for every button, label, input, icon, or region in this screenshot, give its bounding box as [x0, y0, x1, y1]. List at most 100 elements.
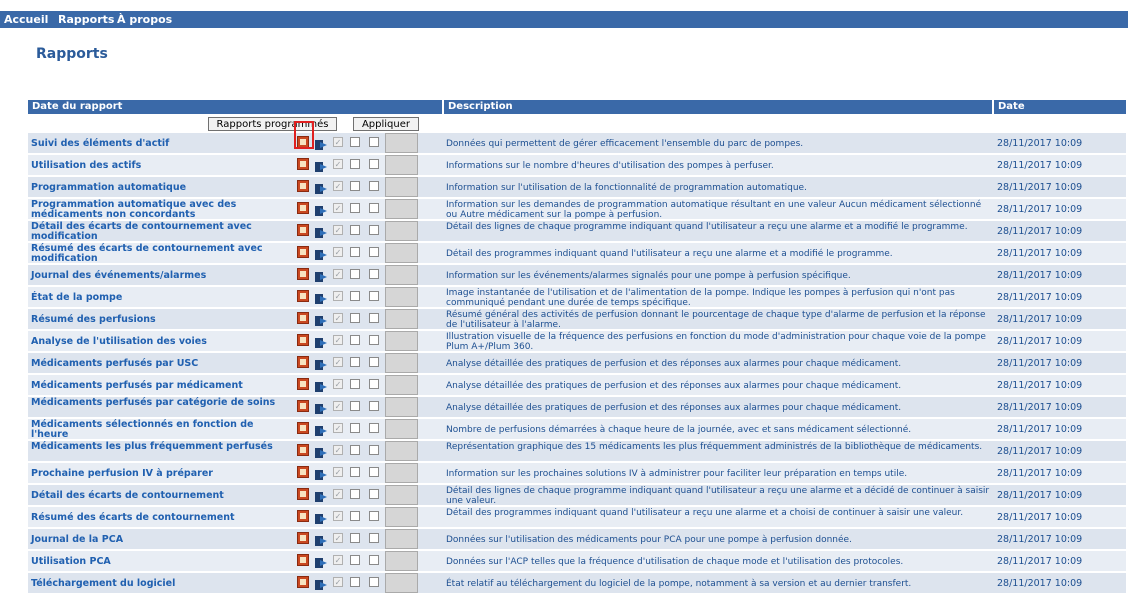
- pdf-report-icon[interactable]: [297, 202, 309, 214]
- checkbox[interactable]: [369, 489, 379, 499]
- checkbox[interactable]: [350, 159, 360, 169]
- export-arrow-icon[interactable]: [315, 576, 327, 590]
- pdf-report-icon[interactable]: [297, 466, 309, 478]
- nav-rapports[interactable]: Rapports: [58, 13, 114, 26]
- checkbox-checked-disabled[interactable]: ✓: [333, 291, 343, 301]
- checkbox[interactable]: [369, 555, 379, 565]
- export-arrow-icon[interactable]: [315, 136, 327, 150]
- report-name-link[interactable]: Détail des écarts de contournement avec …: [31, 222, 293, 242]
- checkbox[interactable]: [350, 313, 360, 323]
- report-name-link[interactable]: Résumé des écarts de contournement avec …: [31, 244, 293, 264]
- export-arrow-icon[interactable]: [315, 268, 327, 282]
- apply-button[interactable]: Appliquer: [353, 117, 419, 131]
- report-name-link[interactable]: Détail des écarts de contournement: [31, 491, 293, 501]
- export-arrow-icon[interactable]: [315, 246, 327, 260]
- schedule-input[interactable]: [385, 309, 418, 329]
- export-arrow-icon[interactable]: [315, 554, 327, 568]
- pdf-report-icon[interactable]: [297, 378, 309, 390]
- schedule-input[interactable]: [385, 375, 418, 395]
- checkbox[interactable]: [369, 401, 379, 411]
- export-arrow-icon[interactable]: [315, 334, 327, 348]
- checkbox[interactable]: [369, 181, 379, 191]
- pdf-report-icon[interactable]: [297, 158, 309, 170]
- checkbox[interactable]: [350, 423, 360, 433]
- report-name-link[interactable]: Journal des événements/alarmes: [31, 271, 293, 281]
- pdf-report-icon[interactable]: [297, 444, 309, 456]
- checkbox[interactable]: [350, 467, 360, 477]
- checkbox[interactable]: [350, 379, 360, 389]
- report-name-link[interactable]: Résumé des écarts de contournement: [31, 513, 293, 523]
- checkbox[interactable]: [369, 335, 379, 345]
- checkbox-checked-disabled[interactable]: ✓: [333, 467, 343, 477]
- checkbox[interactable]: [350, 489, 360, 499]
- pdf-report-icon[interactable]: [297, 312, 309, 324]
- checkbox[interactable]: [350, 225, 360, 235]
- pdf-report-icon[interactable]: [297, 334, 309, 346]
- checkbox-checked-disabled[interactable]: ✓: [333, 181, 343, 191]
- checkbox[interactable]: [350, 577, 360, 587]
- report-name-link[interactable]: Utilisation des actifs: [31, 161, 293, 171]
- checkbox[interactable]: [369, 247, 379, 257]
- pdf-report-icon[interactable]: [297, 180, 309, 192]
- checkbox[interactable]: [350, 555, 360, 565]
- pdf-report-icon[interactable]: [297, 554, 309, 566]
- report-name-link[interactable]: Analyse de l'utilisation des voies: [31, 337, 293, 347]
- export-arrow-icon[interactable]: [315, 422, 327, 436]
- checkbox[interactable]: [369, 313, 379, 323]
- export-arrow-icon[interactable]: [315, 158, 327, 172]
- nav-a-propos[interactable]: À propos: [117, 13, 172, 26]
- checkbox-checked-disabled[interactable]: ✓: [333, 379, 343, 389]
- schedule-input[interactable]: [385, 177, 418, 197]
- report-name-link[interactable]: Téléchargement du logiciel: [31, 579, 293, 589]
- schedule-input[interactable]: [385, 573, 418, 593]
- export-arrow-icon[interactable]: [315, 356, 327, 370]
- pdf-report-icon[interactable]: [297, 224, 309, 236]
- pdf-report-icon[interactable]: [297, 510, 309, 522]
- schedule-input[interactable]: [385, 353, 418, 373]
- schedule-input[interactable]: [385, 441, 418, 461]
- pdf-report-icon[interactable]: [297, 400, 309, 412]
- export-arrow-icon[interactable]: [315, 532, 327, 546]
- report-name-link[interactable]: Médicaments perfusés par catégorie de so…: [31, 398, 293, 408]
- checkbox[interactable]: [369, 423, 379, 433]
- checkbox[interactable]: [369, 137, 379, 147]
- checkbox[interactable]: [369, 467, 379, 477]
- checkbox[interactable]: [350, 291, 360, 301]
- report-name-link[interactable]: Médicaments perfusés par USC: [31, 359, 293, 369]
- schedule-input[interactable]: [385, 287, 418, 307]
- report-name-link[interactable]: Médicaments sélectionnés en fonction de …: [31, 420, 293, 440]
- schedule-input[interactable]: [385, 265, 418, 285]
- checkbox[interactable]: [350, 357, 360, 367]
- checkbox[interactable]: [350, 511, 360, 521]
- checkbox[interactable]: [350, 181, 360, 191]
- pdf-report-icon[interactable]: [297, 532, 309, 544]
- checkbox[interactable]: [369, 291, 379, 301]
- checkbox[interactable]: [350, 401, 360, 411]
- checkbox-checked-disabled[interactable]: ✓: [333, 577, 343, 587]
- schedule-input[interactable]: [385, 155, 418, 175]
- checkbox[interactable]: [369, 379, 379, 389]
- report-name-link[interactable]: Médicaments les plus fréquemment perfusé…: [31, 442, 293, 452]
- report-name-link[interactable]: Résumé des perfusions: [31, 315, 293, 325]
- report-name-link[interactable]: Médicaments perfusés par médicament: [31, 381, 293, 391]
- schedule-input[interactable]: [385, 485, 418, 505]
- nav-accueil[interactable]: Accueil: [4, 13, 48, 26]
- schedule-input[interactable]: [385, 551, 418, 571]
- checkbox-checked-disabled[interactable]: ✓: [333, 511, 343, 521]
- export-arrow-icon[interactable]: [315, 224, 327, 238]
- report-name-link[interactable]: Programmation automatique avec des médic…: [31, 200, 293, 220]
- checkbox-checked-disabled[interactable]: ✓: [333, 533, 343, 543]
- scheduled-reports-button[interactable]: Rapports programmés: [208, 117, 337, 131]
- checkbox-checked-disabled[interactable]: ✓: [333, 225, 343, 235]
- export-arrow-icon[interactable]: [315, 466, 327, 480]
- export-arrow-icon[interactable]: [315, 378, 327, 392]
- checkbox-checked-disabled[interactable]: ✓: [333, 401, 343, 411]
- schedule-input[interactable]: [385, 463, 418, 483]
- report-name-link[interactable]: Programmation automatique: [31, 183, 293, 193]
- checkbox-checked-disabled[interactable]: ✓: [333, 423, 343, 433]
- export-arrow-icon[interactable]: [315, 444, 327, 458]
- export-arrow-icon[interactable]: [315, 400, 327, 414]
- checkbox-checked-disabled[interactable]: ✓: [333, 445, 343, 455]
- checkbox[interactable]: [369, 159, 379, 169]
- schedule-input[interactable]: [385, 243, 418, 263]
